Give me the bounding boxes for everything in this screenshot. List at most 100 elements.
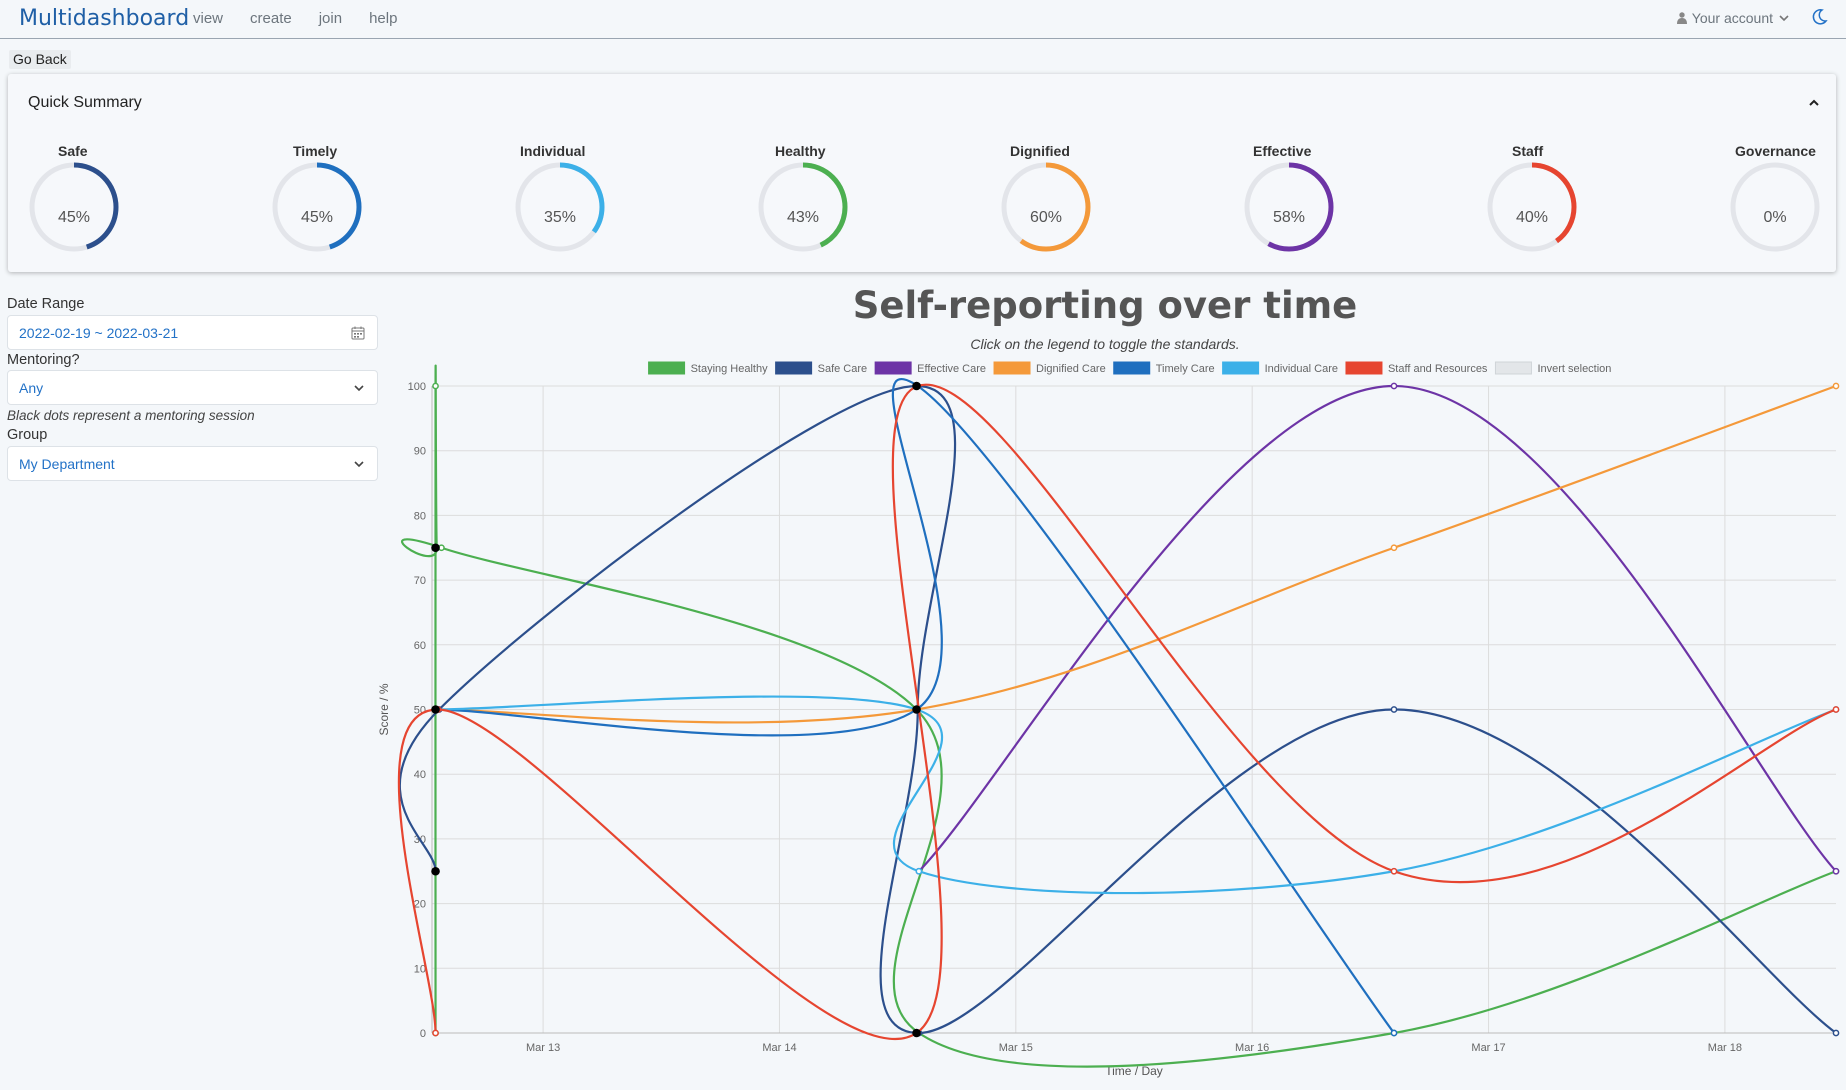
gauge-label: Individual	[520, 143, 586, 159]
gauge-dignified: Dignified 60%	[1000, 143, 1120, 263]
data-point	[1832, 706, 1840, 713]
gauge-timely: Timely 45%	[271, 143, 391, 263]
gauge-effective: Effective 58%	[1243, 143, 1363, 263]
gauge-value: 45%	[57, 209, 91, 226]
calendar-icon[interactable]	[351, 326, 365, 340]
mentoring-dot	[431, 543, 440, 553]
x-tick-label: Mar 17	[1471, 1042, 1505, 1054]
data-point	[1832, 1029, 1840, 1037]
go-back-button[interactable]: Go Back	[9, 50, 71, 69]
dark-mode-toggle-icon[interactable]	[1812, 8, 1828, 26]
mentoring-dot	[912, 381, 921, 391]
mentoring-value: Any	[19, 380, 44, 396]
y-tick-label: 20	[414, 899, 426, 911]
date-range-label: Date Range	[7, 296, 85, 312]
legend-item-safe-care[interactable]: Safe Care	[775, 361, 868, 375]
gauge-staff: Staff 40%	[1486, 143, 1606, 263]
gauge-healthy: Healthy 43%	[757, 143, 877, 263]
svg-text:Individual Care: Individual Care	[1265, 363, 1338, 375]
series-dignified-care	[432, 382, 1840, 724]
collapse-caret-icon[interactable]	[1808, 98, 1820, 108]
gauge-label: Dignified	[1010, 143, 1070, 159]
gauge-ring	[1730, 162, 1820, 252]
y-tick-label: 80	[414, 510, 426, 522]
legend-item-dignified-care[interactable]: Dignified Care	[993, 361, 1106, 375]
date-range-input[interactable]: 2022-02-19 ~ 2022-03-21	[7, 315, 378, 350]
top-navbar: Multidashboard view create join help You…	[0, 0, 1846, 39]
gauge-ring	[1001, 162, 1091, 252]
gauge-ring	[758, 162, 848, 252]
mentoring-dot	[912, 705, 921, 714]
self-reporting-line-chart: 0102030405060708090100Mar 13 Mar 14 Mar 15…	[377, 361, 1840, 1078]
legend-item-individual-care[interactable]: Individual Care	[1222, 361, 1338, 375]
gauge-value: 45%	[300, 209, 334, 226]
svg-text:Safe Care: Safe Care	[818, 363, 868, 375]
data-point	[1832, 382, 1840, 390]
data-point	[1390, 544, 1398, 552]
account-label: Your account	[1691, 10, 1773, 26]
gauge-value: 40%	[1515, 209, 1549, 226]
group-label: Group	[7, 427, 48, 443]
account-menu[interactable]: Your account	[1676, 10, 1790, 26]
series-line	[435, 384, 1837, 724]
mentoring-dot	[431, 866, 440, 876]
svg-text:Dignified Care: Dignified Care	[1036, 363, 1106, 375]
data-point	[432, 1029, 439, 1037]
gauge-governance: Governance 0%	[1729, 143, 1846, 263]
gauge-ring	[29, 162, 119, 252]
group-value: My Department	[19, 456, 115, 472]
data-point	[432, 382, 439, 390]
y-tick-label: 10	[414, 963, 426, 975]
gauge-label: Effective	[1253, 143, 1312, 159]
x-tick-label: Mar 14	[762, 1042, 796, 1054]
gauge-label: Healthy	[775, 143, 826, 159]
gauge-label: Safe	[58, 143, 88, 159]
gauge-value: 0%	[1763, 209, 1787, 226]
series-effective-care	[915, 382, 1840, 875]
brand-logo[interactable]: Multidashboard	[19, 6, 189, 31]
x-tick-label: Mar 13	[526, 1042, 560, 1054]
legend-item-timely-care[interactable]: Timely Care	[1113, 361, 1215, 375]
x-tick-label: Mar 18	[1708, 1042, 1742, 1054]
chart-subtitle: Click on the legend to toggle the standa…	[970, 336, 1240, 352]
mentoring-label: Mentoring?	[7, 352, 80, 368]
data-point	[1832, 867, 1840, 875]
legend-item-staff-and-resources[interactable]: Staff and Resources	[1345, 361, 1488, 375]
nav-view[interactable]: view	[193, 10, 223, 27]
nav-create[interactable]: create	[250, 10, 292, 27]
gauge-label: Staff	[1512, 143, 1544, 159]
chevron-down-icon	[354, 385, 364, 392]
legend-item-staying-healthy[interactable]: Staying Healthy	[648, 361, 769, 375]
y-tick-label: 40	[414, 769, 426, 781]
nav-help[interactable]: help	[369, 10, 397, 27]
gauge-value: 60%	[1029, 209, 1063, 226]
y-tick-label: 100	[408, 381, 426, 393]
data-point	[915, 867, 923, 875]
series-staff-and-resources	[397, 382, 1840, 1041]
data-point	[1390, 382, 1398, 390]
mentoring-dot	[431, 705, 440, 714]
nav-links: view create join help	[193, 10, 397, 27]
y-tick-label: 60	[414, 640, 426, 652]
y-axis-title: Score / %	[377, 683, 391, 735]
chevron-down-icon	[1779, 15, 1789, 22]
gauge-safe: Safe 45%	[28, 143, 148, 263]
mentoring-note: Black dots represent a mentoring session	[7, 408, 255, 423]
series-line	[400, 364, 1837, 1068]
data-point	[1390, 1029, 1398, 1037]
group-select[interactable]: My Department	[7, 446, 378, 481]
svg-text:Staff and Resources: Staff and Resources	[1388, 363, 1488, 375]
nav-join[interactable]: join	[319, 10, 342, 27]
svg-text:Effective Care: Effective Care	[917, 363, 986, 375]
legend-item-invert-selection[interactable]: Invert selection	[1494, 361, 1611, 375]
series-line	[397, 383, 1837, 1041]
x-tick-label: Mar 15	[999, 1042, 1033, 1054]
gauge-ring	[272, 162, 362, 252]
chevron-down-icon	[354, 461, 364, 468]
y-tick-label: 70	[414, 575, 426, 587]
legend-item-effective-care[interactable]: Effective Care	[874, 361, 986, 375]
quick-summary-title: Quick Summary	[28, 94, 142, 111]
gauge-value: 43%	[786, 209, 820, 226]
mentoring-select[interactable]: Any	[7, 370, 378, 405]
gauge-label: Governance	[1735, 143, 1816, 159]
